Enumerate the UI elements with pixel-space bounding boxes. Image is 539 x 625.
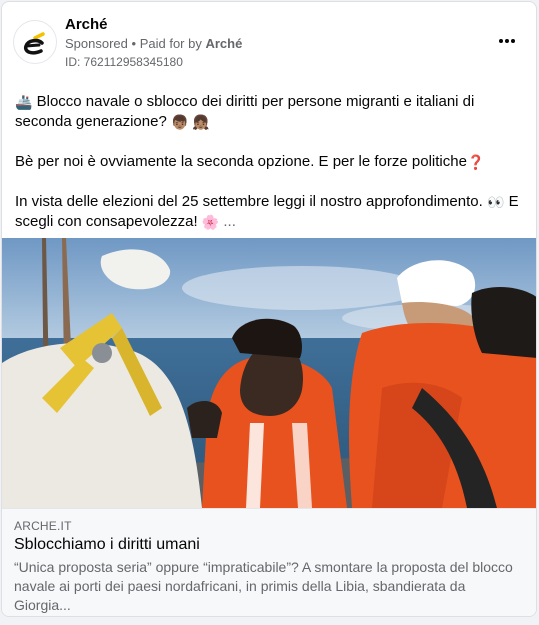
post-line-1: Blocco navale o sblocco dei diritti per …: [15, 93, 475, 130]
sponsored-label[interactable]: Sponsored: [65, 36, 128, 51]
post-paragraph-2: Bè per noi è ovviamente la seconda opzio…: [15, 152, 525, 172]
post-text: 🚢 Blocco navale o sblocco dei diritti pe…: [15, 92, 525, 232]
post-image[interactable]: [2, 238, 536, 508]
eyes-icon: 👀: [486, 194, 505, 210]
page-name[interactable]: Arché: [65, 16, 108, 33]
sponsored-post-card: Arché Sponsored • Paid for by Arché ID: …: [1, 1, 537, 617]
post-paragraph-1: 🚢 Blocco navale o sblocco dei diritti pe…: [15, 92, 525, 132]
see-more-link[interactable]: ...: [223, 213, 236, 230]
separator: •: [131, 36, 137, 51]
link-domain: ARCHE.IT: [14, 519, 72, 533]
arche-logo-icon: [23, 32, 45, 55]
question-mark-icon: ❓: [466, 154, 485, 170]
post-line-2: Bè per noi è ovviamente la seconda opzio…: [15, 153, 467, 170]
more-horizontal-icon: [499, 39, 515, 43]
post-header: Arché Sponsored • Paid for by Arché ID: …: [13, 14, 526, 72]
children-icon: 👦🏽 👧🏽: [170, 114, 210, 130]
ship-icon: 🚢: [15, 94, 33, 110]
link-preview[interactable]: ARCHE.IT Sblocchiamo i diritti umani “Un…: [2, 508, 536, 616]
paid-for-by-label: Paid for by: [139, 36, 202, 51]
sponsored-line: Sponsored • Paid for by Arché: [65, 36, 242, 51]
post-line-3: In vista delle elezioni del 25 settembre…: [15, 193, 483, 210]
paid-for-by-name[interactable]: Arché: [205, 36, 242, 51]
more-options-button[interactable]: [492, 26, 522, 56]
post-paragraph-3: In vista delle elezioni del 25 settembre…: [15, 192, 525, 232]
ad-id: ID: 762112958345180: [65, 55, 183, 69]
link-description: “Unica proposta seria” oppure “impratica…: [14, 559, 513, 613]
flower-icon: 🌸: [201, 214, 220, 230]
link-title[interactable]: Sblocchiamo i diritti umani: [14, 536, 526, 554]
rescue-photo: [2, 238, 536, 508]
page-avatar[interactable]: [13, 20, 57, 64]
